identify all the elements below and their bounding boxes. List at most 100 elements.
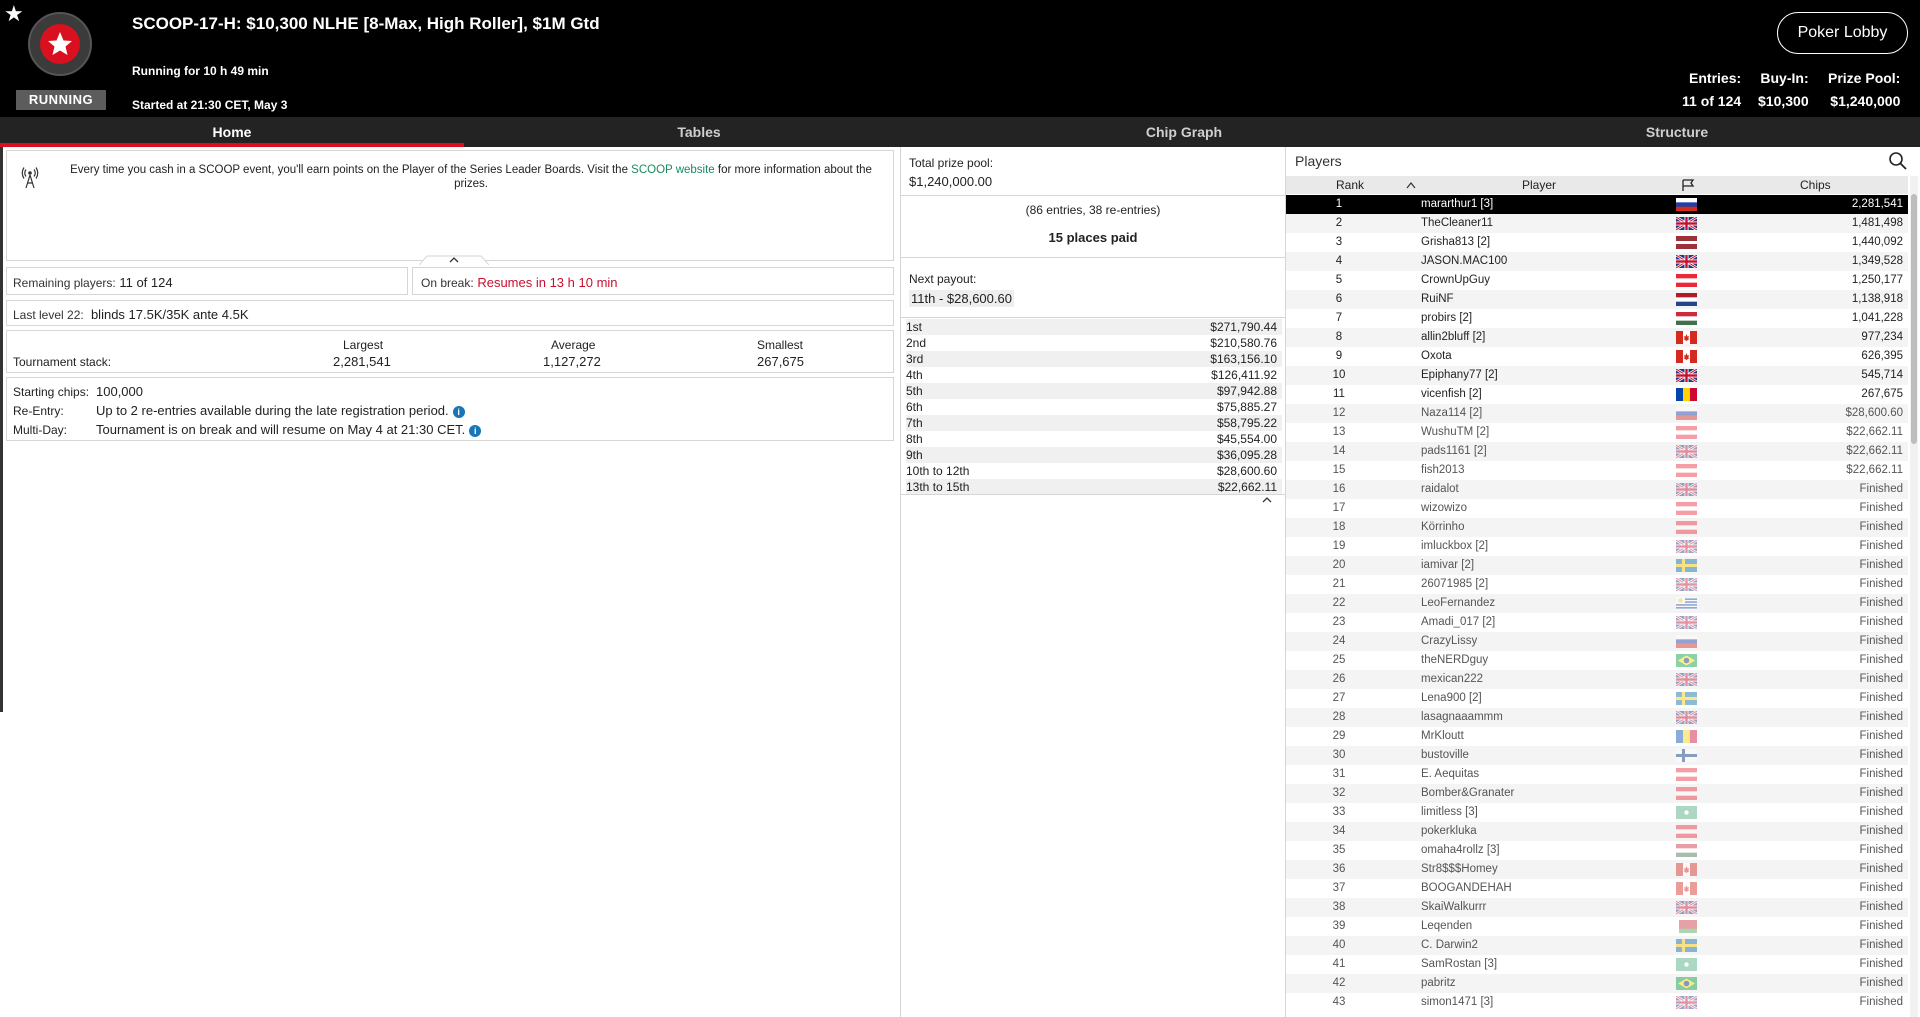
payout-amount: $28,600.60 [1216, 464, 1277, 478]
player-row[interactable]: 2 TheCleaner11 1,481,498 [1286, 214, 1908, 233]
player-column-header[interactable]: Player [1522, 178, 1556, 192]
rank-column-header[interactable]: Rank [1336, 178, 1364, 192]
player-row[interactable]: 38 SkaiWalkurrr Finished [1286, 898, 1908, 917]
collapse-chevron-up-icon[interactable] [419, 255, 489, 265]
player-row[interactable]: 22 LeoFernandez Finished [1286, 594, 1908, 613]
player-row[interactable]: 12 Naza114 [2] $28,600.60 [1286, 404, 1908, 423]
country-flag-icon [1676, 882, 1697, 895]
player-row[interactable]: 35 omaha4rollz [3] Finished [1286, 841, 1908, 860]
player-name: Epiphany77 [2] [1421, 369, 1498, 381]
player-name: mexican222 [1421, 673, 1484, 685]
player-row[interactable]: 18 Körrinho Finished [1286, 518, 1908, 537]
player-row[interactable]: 19 imluckbox [2] Finished [1286, 537, 1908, 556]
player-rank: 2 [1335, 217, 1343, 229]
player-row[interactable]: 42 pabritz Finished [1286, 974, 1908, 993]
player-row[interactable]: 23 Amadi_017 [2] Finished [1286, 613, 1908, 632]
player-name: Amadi_017 [2] [1421, 616, 1496, 628]
player-rank: 31 [1332, 768, 1346, 780]
player-row[interactable]: 24 CrazyLissy Finished [1286, 632, 1908, 651]
player-row[interactable]: 28 lasagnaaammm Finished [1286, 708, 1908, 727]
player-chips: Finished [1859, 483, 1903, 495]
player-row[interactable]: 7 probirs [2] 1,041,228 [1286, 309, 1908, 328]
player-row[interactable]: 29 MrKloutt Finished [1286, 727, 1908, 746]
player-row[interactable]: 39 Leqenden Finished [1286, 917, 1908, 936]
player-row[interactable]: 9 Oxota 626,395 [1286, 347, 1908, 366]
stack-label: Tournament stack: [13, 355, 112, 369]
player-row[interactable]: 41 SamRostan [3] Finished [1286, 955, 1908, 974]
country-flag-icon [1676, 445, 1697, 458]
player-row[interactable]: 26 mexican222 Finished [1286, 670, 1908, 689]
tab-tables[interactable]: Tables [464, 117, 934, 147]
player-row[interactable]: 37 BOOGANDEHAH Finished [1286, 879, 1908, 898]
country-flag-icon [1676, 863, 1697, 876]
player-name: E. Aequitas [1421, 768, 1480, 780]
tab-chip-graph[interactable]: Chip Graph [934, 117, 1434, 147]
player-row[interactable]: 17 wizowizo Finished [1286, 499, 1908, 518]
tab-structure[interactable]: Structure [1434, 117, 1920, 147]
player-chips: Finished [1859, 578, 1903, 590]
player-name: pads1161 [2] [1421, 445, 1487, 457]
search-icon[interactable] [1888, 151, 1908, 171]
payout-amount: $126,411.92 [1211, 368, 1277, 382]
player-row[interactable]: 40 C. Darwin2 Finished [1286, 936, 1908, 955]
player-row[interactable]: 31 E. Aequitas Finished [1286, 765, 1908, 784]
player-row[interactable]: 1 mararthur1 [3] 2,281,541 [1286, 195, 1908, 214]
player-rank: 15 [1332, 464, 1346, 476]
tab-home[interactable]: Home [0, 117, 464, 147]
flag-column-icon[interactable] [1681, 179, 1695, 192]
payout-row: 2nd $210,580.76 [906, 335, 1282, 351]
reentry-label: Re-Entry: [13, 404, 64, 418]
player-row[interactable]: 34 pokerkluka Finished [1286, 822, 1908, 841]
scoop-website-link[interactable]: SCOOP website [631, 164, 715, 176]
reentry-info-icon[interactable]: i [452, 405, 465, 418]
star-icon[interactable]: ★ [4, 2, 24, 26]
player-name: pokerkluka [1421, 825, 1477, 837]
player-row[interactable]: 21 26071985 [2] Finished [1286, 575, 1908, 594]
player-row[interactable]: 36 Str8$$$Homey Finished [1286, 860, 1908, 879]
country-flag-icon [1676, 559, 1697, 572]
player-row[interactable]: 33 limitless [3] Finished [1286, 803, 1908, 822]
average-label: Average [551, 338, 596, 352]
sort-ascending-icon[interactable] [1406, 181, 1416, 189]
player-name: LeoFernandez [1421, 597, 1496, 609]
player-chips: Finished [1859, 768, 1903, 780]
player-chips: 1,481,498 [1851, 217, 1903, 229]
player-name: Körrinho [1421, 521, 1465, 533]
poker-lobby-button[interactable]: Poker Lobby [1777, 12, 1908, 54]
multiday-info-icon[interactable]: i [469, 424, 482, 437]
player-row[interactable]: 4 JASON.MAC100 1,349,528 [1286, 252, 1908, 271]
player-row[interactable]: 16 raidalot Finished [1286, 480, 1908, 499]
player-row[interactable]: 11 vicenfish [2] 267,675 [1286, 385, 1908, 404]
player-name: SamRostan [3] [1421, 958, 1498, 970]
players-scrollbar[interactable] [1910, 176, 1918, 1017]
player-row[interactable]: 13 WushuTM [2] $22,662.11 [1286, 423, 1908, 442]
player-row[interactable]: 5 CrownUpGuy 1,250,177 [1286, 271, 1908, 290]
chips-column-header[interactable]: Chips [1800, 178, 1831, 192]
collapse-payouts-chevron-up-icon[interactable] [1261, 495, 1273, 505]
player-row[interactable]: 6 RuiNF 1,138,918 [1286, 290, 1908, 309]
player-row[interactable]: 8 allin2bluff [2] 977,234 [1286, 328, 1908, 347]
player-chips: 1,250,177 [1851, 274, 1903, 286]
player-chips: Finished [1859, 654, 1903, 666]
player-row[interactable]: 10 Epiphany77 [2] 545,714 [1286, 366, 1908, 385]
country-flag-icon [1676, 312, 1697, 325]
player-row[interactable]: 30 bustoville Finished [1286, 746, 1908, 765]
player-row[interactable]: 32 Bomber&Granater Finished [1286, 784, 1908, 803]
player-row[interactable]: 14 pads1161 [2] $22,662.11 [1286, 442, 1908, 461]
player-rank: 18 [1332, 521, 1346, 533]
player-chips: Finished [1859, 958, 1903, 970]
player-row[interactable]: 43 simon1471 [3] Finished [1286, 993, 1908, 1012]
player-name: allin2bluff [2] [1421, 331, 1486, 343]
country-flag-icon [1676, 844, 1697, 857]
tab-bar: Home Tables Chip Graph Structure [0, 117, 1920, 147]
player-chips: Finished [1859, 977, 1903, 989]
player-row[interactable]: 20 iamivar [2] Finished [1286, 556, 1908, 575]
player-row[interactable]: 3 Grisha813 [2] 1,440,092 [1286, 233, 1908, 252]
payout-place: 5th [906, 384, 923, 398]
player-row[interactable]: 25 theNERDguy Finished [1286, 651, 1908, 670]
players-scrollbar-thumb[interactable] [1911, 194, 1917, 444]
player-row[interactable]: 27 Lena900 [2] Finished [1286, 689, 1908, 708]
player-chips: 1,138,918 [1851, 293, 1903, 305]
player-row[interactable]: 15 fish2013 $22,662.11 [1286, 461, 1908, 480]
player-name: WushuTM [2] [1421, 426, 1490, 438]
